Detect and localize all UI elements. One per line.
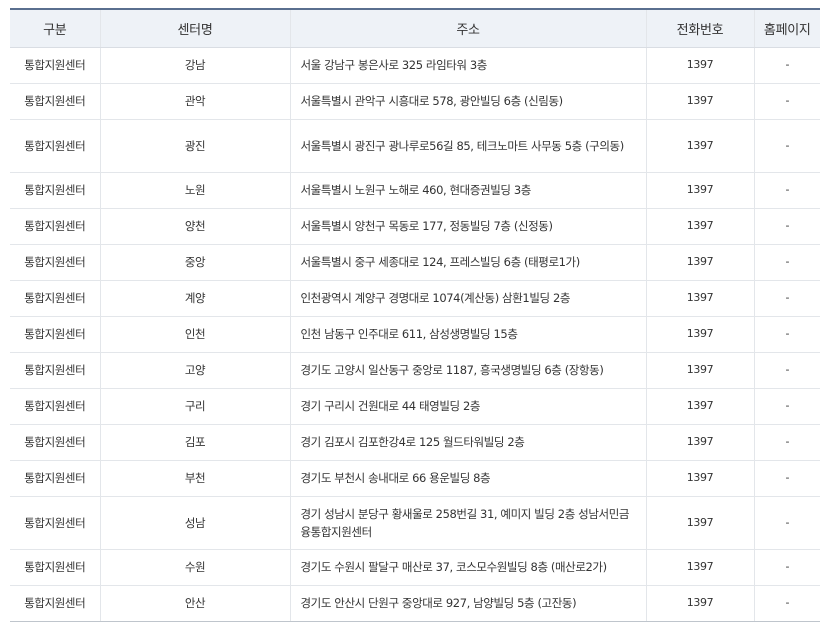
cell-homepage: -: [753, 460, 820, 497]
cell-center-name: 성남: [99, 496, 290, 550]
cell-phone: 1397: [645, 208, 754, 245]
cell-type: 통합지원센터: [10, 424, 100, 461]
cell-type: 통합지원센터: [10, 119, 100, 173]
cell-type: 통합지원센터: [10, 388, 100, 425]
cell-homepage: -: [753, 549, 820, 586]
cell-center-name: 수원: [99, 549, 290, 586]
cell-center-name: 부천: [99, 460, 290, 497]
table-row: 통합지원센터 수원 경기도 수원시 팔달구 매산로 37, 코스모수원빌딩 8층 (…: [10, 549, 820, 586]
cell-homepage: -: [753, 83, 820, 120]
cell-homepage: -: [753, 244, 820, 281]
cell-center-name: 양천: [99, 208, 290, 245]
cell-phone: 1397: [645, 280, 754, 317]
cell-phone: 1397: [645, 460, 754, 497]
cell-homepage: -: [753, 119, 820, 173]
cell-address: 경기 구리시 건원대로 44 태영빌딩 2층: [289, 388, 646, 425]
cell-homepage: -: [753, 352, 820, 389]
cell-address: 서울특별시 양천구 목동로 177, 정동빌딩 7층 (신정동): [289, 208, 646, 245]
cell-type: 통합지원센터: [10, 280, 100, 317]
table-row: 통합지원센터 안산 경기도 안산시 단원구 중앙대로 927, 남양빌딩 5층 (고…: [10, 585, 820, 622]
header-type: 구분: [10, 8, 100, 48]
cell-homepage: -: [753, 388, 820, 425]
center-table: 구분 센터명 주소 전화번호 홈페이지 통합지원센터 강남 서울 강남구 봉은사로 …: [10, 8, 820, 622]
header-homepage: 홈페이지: [753, 8, 820, 48]
cell-address: 경기도 고양시 일산동구 중앙로 1187, 흥국생명빌딩 6층 (장항동): [289, 352, 646, 389]
cell-type: 통합지원센터: [10, 83, 100, 120]
cell-center-name: 강남: [99, 47, 290, 84]
cell-center-name: 인천: [99, 316, 290, 353]
cell-center-name: 고양: [99, 352, 290, 389]
cell-type: 통합지원센터: [10, 460, 100, 497]
cell-type: 통합지원센터: [10, 172, 100, 209]
table-header: 구분 센터명 주소 전화번호 홈페이지: [10, 8, 820, 48]
cell-homepage: -: [753, 316, 820, 353]
table-row: 통합지원센터 김포 경기 김포시 김포한강4로 125 월드타워빌딩 2층 1397-: [10, 424, 820, 461]
cell-center-name: 광진: [99, 119, 290, 173]
cell-phone: 1397: [645, 244, 754, 281]
cell-address: 서울 강남구 봉은사로 325 라임타워 3층: [289, 47, 646, 84]
cell-type: 통합지원센터: [10, 549, 100, 586]
cell-type: 통합지원센터: [10, 496, 100, 550]
cell-address: 경기도 부천시 송내대로 66 용운빌딩 8층: [289, 460, 646, 497]
table-row: 통합지원센터 노원 서울특별시 노원구 노해로 460, 현대증권빌딩 3층 1397…: [10, 172, 820, 209]
cell-address: 인천광역시 계양구 경명대로 1074(계산동) 삼환1빌딩 2층: [289, 280, 646, 317]
header-phone: 전화번호: [645, 8, 754, 48]
cell-homepage: -: [753, 47, 820, 84]
cell-homepage: -: [753, 280, 820, 317]
cell-address: 경기도 안산시 단원구 중앙대로 927, 남양빌딩 5층 (고잔동): [289, 585, 646, 622]
header-address: 주소: [289, 8, 646, 48]
cell-homepage: -: [753, 496, 820, 550]
cell-center-name: 김포: [99, 424, 290, 461]
cell-phone: 1397: [645, 47, 754, 84]
table-row: 통합지원센터 고양 경기도 고양시 일산동구 중앙로 1187, 흥국생명빌딩 6층…: [10, 352, 820, 389]
cell-homepage: -: [753, 208, 820, 245]
cell-type: 통합지원센터: [10, 352, 100, 389]
header-center-name: 센터명: [99, 8, 290, 48]
cell-phone: 1397: [645, 352, 754, 389]
cell-type: 통합지원센터: [10, 47, 100, 84]
cell-center-name: 안산: [99, 585, 290, 622]
cell-phone: 1397: [645, 496, 754, 550]
table-row: 통합지원센터 계양 인천광역시 계양구 경명대로 1074(계산동) 삼환1빌딩 2…: [10, 280, 820, 317]
cell-address: 서울특별시 중구 세종대로 124, 프레스빌딩 6층 (태평로1가): [289, 244, 646, 281]
cell-type: 통합지원센터: [10, 244, 100, 281]
table-row: 통합지원센터 중앙 서울특별시 중구 세종대로 124, 프레스빌딩 6층 (태평로…: [10, 244, 820, 281]
cell-address: 서울특별시 노원구 노해로 460, 현대증권빌딩 3층: [289, 172, 646, 209]
cell-type: 통합지원센터: [10, 585, 100, 622]
cell-homepage: -: [753, 172, 820, 209]
cell-phone: 1397: [645, 119, 754, 173]
cell-phone: 1397: [645, 424, 754, 461]
table-row: 통합지원센터 강남 서울 강남구 봉은사로 325 라임타워 3층 1397-: [10, 47, 820, 84]
table-row: 통합지원센터 관악 서울특별시 관악구 시흥대로 578, 광안빌딩 6층 (신림동…: [10, 83, 820, 120]
center-table-wrapper: 구분 센터명 주소 전화번호 홈페이지 통합지원센터 강남 서울 강남구 봉은사로 …: [10, 8, 820, 622]
table-body: 통합지원센터 강남 서울 강남구 봉은사로 325 라임타워 3층 1397- 통합지원…: [10, 47, 820, 622]
cell-center-name: 구리: [99, 388, 290, 425]
cell-address: 인천 남동구 인주대로 611, 삼성생명빌딩 15층: [289, 316, 646, 353]
cell-phone: 1397: [645, 388, 754, 425]
cell-center-name: 중앙: [99, 244, 290, 281]
cell-address: 경기도 수원시 팔달구 매산로 37, 코스모수원빌딩 8층 (매산로2가): [289, 549, 646, 586]
table-row: 통합지원센터 양천 서울특별시 양천구 목동로 177, 정동빌딩 7층 (신정동)…: [10, 208, 820, 245]
table-row: 통합지원센터 성남 경기 성남시 분당구 황새울로 258번길 31, 예미지 빌딩…: [10, 496, 820, 550]
cell-address: 서울특별시 관악구 시흥대로 578, 광안빌딩 6층 (신림동): [289, 83, 646, 120]
table-row: 통합지원센터 구리 경기 구리시 건원대로 44 태영빌딩 2층 1397-: [10, 388, 820, 425]
cell-address: 서울특별시 광진구 광나루로56길 85, 테크노마트 사무동 5층 (구의동): [289, 119, 646, 173]
cell-phone: 1397: [645, 316, 754, 353]
cell-homepage: -: [753, 424, 820, 461]
table-row: 통합지원센터 인천 인천 남동구 인주대로 611, 삼성생명빌딩 15층 1397-: [10, 316, 820, 353]
cell-center-name: 노원: [99, 172, 290, 209]
cell-type: 통합지원센터: [10, 316, 100, 353]
cell-address: 경기 성남시 분당구 황새울로 258번길 31, 예미지 빌딩 2층 성남서민…: [289, 496, 646, 550]
table-row: 통합지원센터 부천 경기도 부천시 송내대로 66 용운빌딩 8층 1397-: [10, 460, 820, 497]
cell-type: 통합지원센터: [10, 208, 100, 245]
cell-phone: 1397: [645, 549, 754, 586]
cell-homepage: -: [753, 585, 820, 622]
cell-center-name: 관악: [99, 83, 290, 120]
cell-phone: 1397: [645, 83, 754, 120]
cell-center-name: 계양: [99, 280, 290, 317]
cell-address: 경기 김포시 김포한강4로 125 월드타워빌딩 2층: [289, 424, 646, 461]
cell-phone: 1397: [645, 172, 754, 209]
cell-phone: 1397: [645, 585, 754, 622]
table-row: 통합지원센터 광진 서울특별시 광진구 광나루로56길 85, 테크노마트 사무동 …: [10, 119, 820, 173]
